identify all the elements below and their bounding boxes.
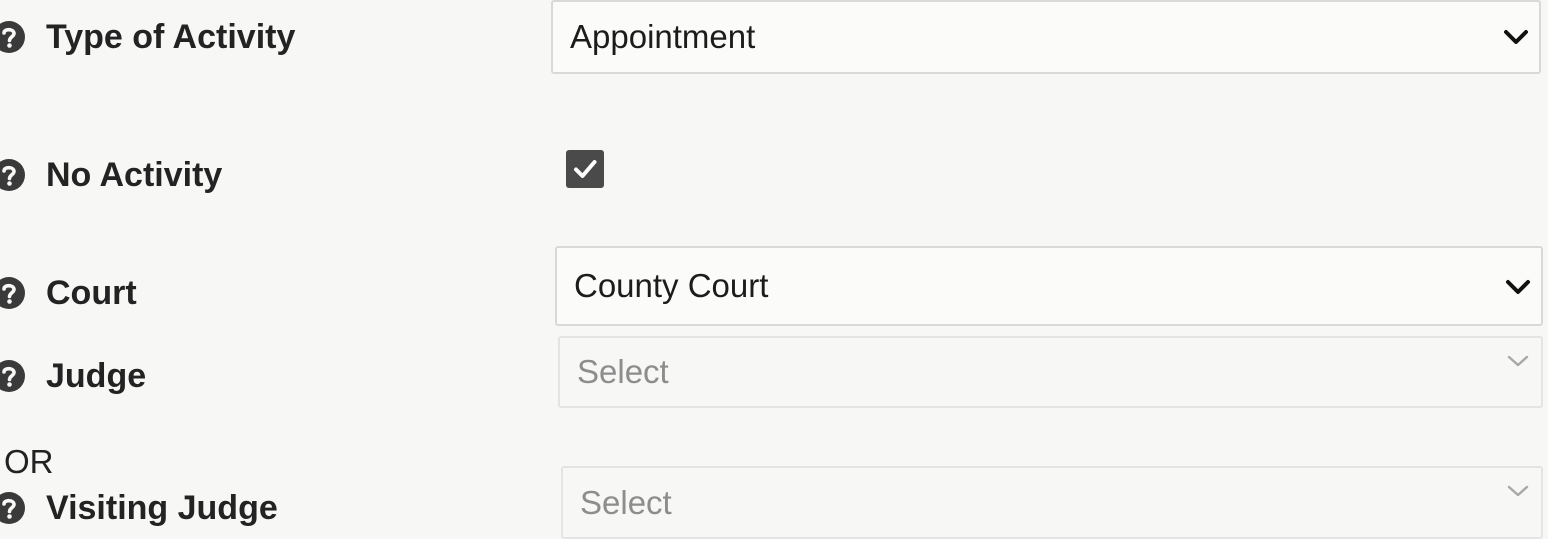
help-icon[interactable]	[0, 489, 28, 527]
help-icon[interactable]	[0, 274, 28, 312]
help-icon[interactable]	[0, 156, 28, 194]
help-icon[interactable]	[0, 357, 28, 395]
type-of-activity-select[interactable]: Appointment	[551, 0, 1541, 74]
visiting-judge-label-row: Visiting Judge	[0, 484, 278, 532]
type-of-activity-label-row: Type of Activity	[0, 13, 295, 61]
judge-label-row: Judge	[0, 352, 146, 400]
judge-select[interactable]: Select	[558, 336, 1543, 408]
court-label: Court	[46, 273, 137, 312]
no-activity-checkbox[interactable]	[566, 150, 604, 188]
judge-label: Judge	[46, 356, 147, 395]
help-icon[interactable]	[0, 18, 28, 56]
chevron-down-icon	[1505, 352, 1531, 370]
court-label-row: Court	[0, 269, 137, 317]
type-of-activity-label: Type of Activity	[46, 17, 296, 56]
judge-value: Select	[577, 353, 669, 390]
activity-form: Type of Activity Appointment No Activity	[0, 0, 1548, 539]
no-activity-label-row: No Activity	[0, 151, 222, 199]
chevron-down-icon	[1503, 28, 1529, 46]
or-separator: OR	[4, 443, 54, 480]
type-of-activity-value: Appointment	[570, 18, 756, 55]
visiting-judge-label: Visiting Judge	[46, 488, 278, 527]
court-select[interactable]: County Court	[555, 246, 1543, 326]
checkmark-icon	[574, 160, 597, 178]
visiting-judge-value: Select	[580, 483, 672, 521]
no-activity-label: No Activity	[46, 155, 223, 194]
chevron-down-icon	[1505, 482, 1531, 500]
chevron-down-icon	[1505, 278, 1531, 296]
court-value: County Court	[574, 267, 769, 304]
visiting-judge-select[interactable]: Select	[561, 466, 1543, 539]
